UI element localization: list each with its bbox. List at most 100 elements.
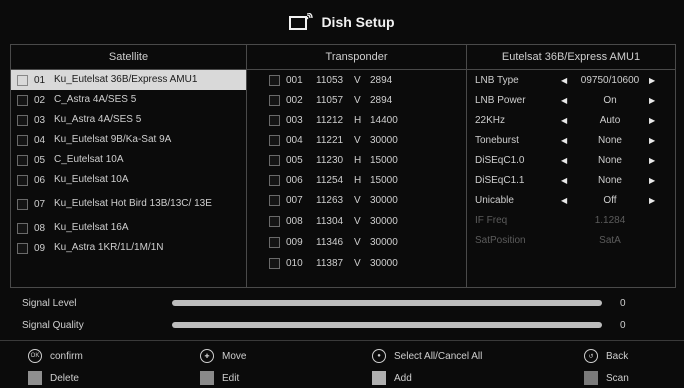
- transponder-polarization: H: [354, 114, 362, 126]
- arrow-right-icon[interactable]: ▶: [649, 76, 659, 85]
- transponder-polarization: V: [354, 258, 361, 269]
- checkbox[interactable]: [269, 258, 280, 269]
- satellite-number: 02: [34, 94, 46, 106]
- transponder-symbol-rate: 30000: [370, 258, 398, 269]
- transponder-polarization: V: [354, 94, 361, 106]
- transponder-item[interactable]: 002 11057 V 2894: [247, 90, 466, 110]
- checkbox[interactable]: [269, 216, 280, 227]
- checkbox[interactable]: [17, 154, 28, 166]
- arrow-right-icon[interactable]: ▶: [649, 116, 659, 125]
- transponder-item[interactable]: 006 11254 H 15000: [247, 170, 466, 190]
- checkbox[interactable]: [269, 134, 280, 146]
- transponder-frequency: 11230: [316, 154, 344, 166]
- checkbox[interactable]: [17, 94, 28, 106]
- move-hint: ✚ Move: [200, 349, 246, 363]
- setting-lnb-type[interactable]: LNB Type ◀ 09750/10600 ▶: [467, 70, 675, 90]
- arrow-right-icon[interactable]: ▶: [649, 156, 659, 165]
- arrow-left-icon[interactable]: ◀: [561, 76, 571, 85]
- transponder-item[interactable]: 003 11212 H 14400: [247, 110, 466, 130]
- satellite-number: 01: [34, 74, 46, 86]
- edit-label: Edit: [222, 372, 240, 384]
- transponder-item[interactable]: 010 11387 V 30000: [247, 253, 466, 274]
- arrow-left-icon[interactable]: ◀: [561, 156, 571, 165]
- transponder-frequency: 11212: [316, 114, 344, 126]
- mute-button-icon: ●: [372, 349, 386, 363]
- transponder-frequency: 11346: [316, 237, 344, 248]
- arrow-right-icon[interactable]: ▶: [649, 196, 659, 205]
- checkbox[interactable]: [17, 242, 28, 254]
- arrow-left-icon[interactable]: ◀: [561, 176, 571, 185]
- transponder-number: 002: [286, 94, 303, 106]
- setting-value: Auto: [599, 114, 621, 126]
- satellite-item[interactable]: 05 C_Eutelsat 10A: [11, 150, 246, 170]
- signal-quality-label: Signal Quality: [22, 319, 84, 331]
- transponder-symbol-rate: 30000: [370, 216, 398, 227]
- satellite-item[interactable]: 06 Ku_Eutelsat 10A: [11, 170, 246, 190]
- transponder-item[interactable]: 001 11053 V 2894: [247, 70, 466, 90]
- setting-label: Unicable: [475, 194, 514, 206]
- dpad-icon: ✚: [200, 349, 214, 363]
- setting-diseqc10[interactable]: DiSEqC1.0 ◀ None ▶: [467, 150, 675, 170]
- arrow-left-icon[interactable]: ◀: [561, 136, 571, 145]
- transponder-number: 005: [286, 154, 303, 166]
- setting-toneburst[interactable]: Toneburst ◀ None ▶: [467, 130, 675, 150]
- back-hint: ↺ Back: [584, 349, 628, 363]
- transponder-item[interactable]: 007 11263 V 30000: [247, 190, 466, 211]
- checkbox[interactable]: [269, 94, 280, 106]
- checkbox[interactable]: [17, 114, 28, 126]
- checkbox[interactable]: [269, 174, 280, 186]
- setting-22khz[interactable]: 22KHz ◀ Auto ▶: [467, 110, 675, 130]
- setting-unicable[interactable]: Unicable ◀ Off ▶: [467, 190, 675, 210]
- setting-diseqc11[interactable]: DiSEqC1.1 ◀ None ▶: [467, 170, 675, 190]
- arrow-left-icon[interactable]: ◀: [561, 96, 571, 105]
- arrow-left-icon[interactable]: ◀: [561, 116, 571, 125]
- satellite-item[interactable]: 03 Ku_Astra 4A/SES 5: [11, 110, 246, 130]
- satellite-item[interactable]: 09 Ku_Astra 1KR/1L/1M/1N: [11, 238, 246, 258]
- checkbox[interactable]: [17, 222, 28, 234]
- setting-lnb-power[interactable]: LNB Power ◀ On ▶: [467, 90, 675, 110]
- transponder-number: 001: [286, 74, 303, 86]
- checkbox[interactable]: [17, 198, 28, 210]
- satellite-item[interactable]: 07 Ku_Eutelsat Hot Bird 13B/13C/ 13E: [11, 190, 246, 218]
- setting-label: DiSEqC1.1: [475, 174, 525, 186]
- checkbox[interactable]: [269, 154, 280, 166]
- checkbox[interactable]: [17, 74, 28, 86]
- signal-quality-value: 0: [620, 320, 626, 331]
- satellite-item[interactable]: 01 Ku_Eutelsat 36B/Express AMU1: [11, 70, 246, 90]
- transponder-symbol-rate: 15000: [370, 154, 398, 166]
- transponder-symbol-rate: 30000: [370, 134, 398, 146]
- setting-value: 1.1284: [594, 214, 626, 226]
- checkbox[interactable]: [17, 174, 28, 186]
- transponder-frequency: 11304: [316, 216, 344, 227]
- transponder-frequency: 11053: [316, 74, 344, 86]
- checkbox[interactable]: [269, 195, 280, 206]
- satellite-item[interactable]: 02 C_Astra 4A/SES 5: [11, 90, 246, 110]
- transponder-polarization: V: [354, 195, 361, 206]
- checkbox[interactable]: [269, 74, 280, 86]
- green-key-icon: [200, 371, 214, 385]
- transponder-item[interactable]: 008 11304 V 30000: [247, 211, 466, 232]
- satellite-heading: Satellite: [11, 45, 246, 70]
- checkbox[interactable]: [269, 114, 280, 126]
- satellite-settings: Eutelsat 36B/Express AMU1 LNB Type ◀ 09750…: [467, 45, 675, 287]
- dish-setup-panel: Satellite 01 Ku_Eutelsat 36B/Express AMU1…: [10, 44, 676, 288]
- arrow-right-icon[interactable]: ▶: [649, 136, 659, 145]
- setting-label: LNB Power: [475, 94, 526, 106]
- arrow-right-icon[interactable]: ▶: [649, 96, 659, 105]
- checkbox[interactable]: [17, 134, 28, 146]
- signal-level-value: 0: [620, 298, 626, 309]
- transponder-item[interactable]: 005 11230 H 15000: [247, 150, 466, 170]
- transponder-item[interactable]: 009 11346 V 30000: [247, 232, 466, 253]
- satellite-item[interactable]: 04 Ku_Eutelsat 9B/Ka-Sat 9A: [11, 130, 246, 150]
- arrow-left-icon[interactable]: ◀: [561, 196, 571, 205]
- signal-quality-bar: [172, 322, 602, 328]
- signal-quality-row: Signal Quality: [22, 318, 84, 332]
- add-hint: Add: [372, 371, 412, 385]
- checkbox[interactable]: [269, 237, 280, 248]
- signal-level-label: Signal Level: [22, 297, 77, 309]
- transponder-item[interactable]: 004 11221 V 30000: [247, 130, 466, 150]
- arrow-right-icon[interactable]: ▶: [649, 176, 659, 185]
- satellite-item[interactable]: 08 Ku_Eutelsat 16A: [11, 218, 246, 238]
- transponder-number: 008: [286, 216, 303, 227]
- setting-label: IF Freq: [475, 214, 508, 226]
